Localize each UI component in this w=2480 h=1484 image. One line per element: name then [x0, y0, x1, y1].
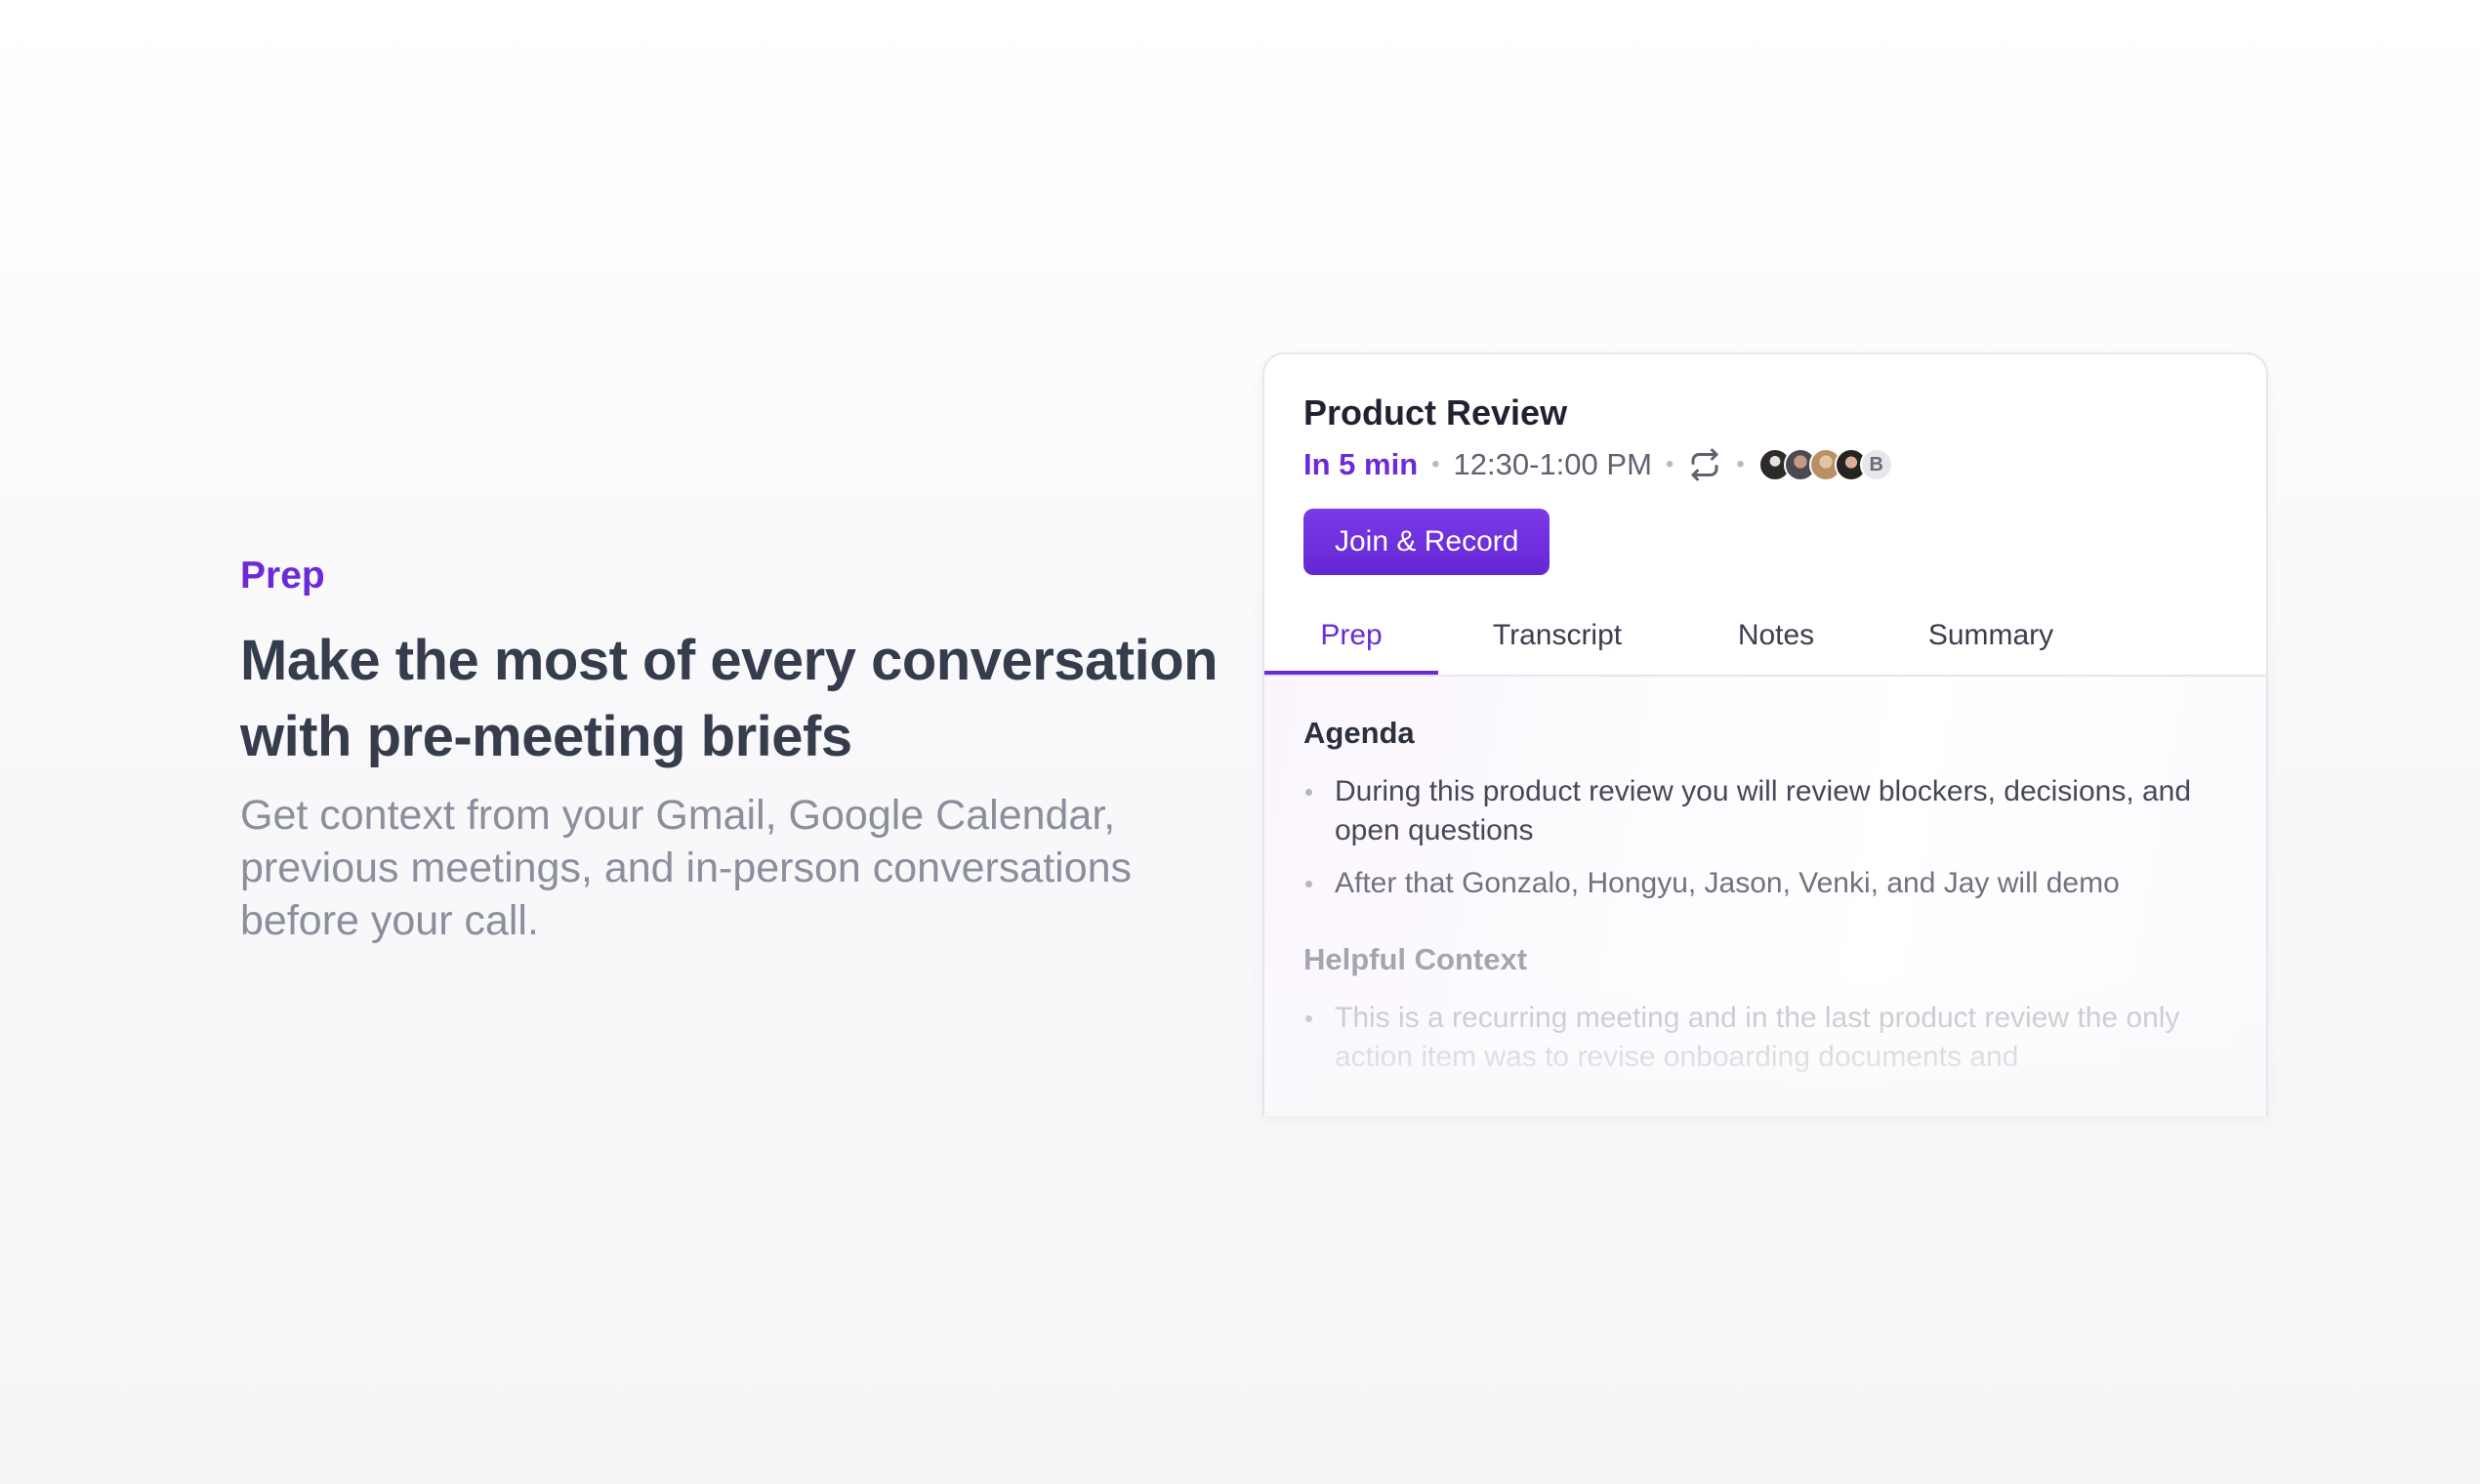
tab-transcript[interactable]: Transcript	[1438, 597, 1676, 675]
feature-headline: Make the most of every conversation with…	[240, 623, 1226, 775]
prep-content: Agenda During this product review you wi…	[1264, 677, 2266, 1116]
feature-promo: Prep Make the most of every conversation…	[240, 551, 1226, 947]
repeat-icon	[1687, 447, 1722, 482]
list-item: During this product review you will revi…	[1303, 772, 2227, 850]
meeting-tabs: Prep Transcript Notes Summary	[1264, 597, 2266, 677]
list-item: After that Gonzalo, Hongyu, Jason, Venki…	[1303, 864, 2227, 903]
helpful-context-list: This is a recurring meeting and in the l…	[1303, 999, 2227, 1077]
meeting-title: Product Review	[1303, 392, 1568, 433]
tab-prep[interactable]: Prep	[1264, 597, 1438, 675]
list-item: This is a recurring meeting and in the l…	[1303, 999, 2227, 1077]
feature-description: Get context from your Gmail, Google Cale…	[240, 792, 1133, 944]
tab-notes[interactable]: Notes	[1676, 597, 1876, 675]
page: { "promo": { "eyebrow": "Prep", "headlin…	[0, 0, 2480, 1484]
attendee-avatars[interactable]: B	[1757, 448, 1893, 481]
separator-dot: •	[1736, 451, 1745, 477]
meeting-header: Product Review In 5 min • 12:30-1:00 PM …	[1264, 354, 2266, 575]
headline-line-2: with pre-meeting briefs	[240, 705, 852, 768]
separator-dot: •	[1431, 451, 1440, 477]
agenda-heading: Agenda	[1303, 716, 1415, 750]
meeting-meta: In 5 min • 12:30-1:00 PM • • B	[1303, 440, 2227, 489]
agenda-list: During this product review you will revi…	[1303, 772, 2227, 903]
meeting-time-range: 12:30-1:00 PM	[1453, 447, 1652, 481]
meeting-card: Product Review In 5 min • 12:30-1:00 PM …	[1262, 352, 2268, 1116]
avatar-initial: B	[1859, 448, 1893, 481]
helpful-context-heading: Helpful Context	[1303, 942, 1528, 976]
meeting-countdown: In 5 min	[1303, 447, 1419, 481]
headline-line-1: Make the most of every conversation	[240, 629, 1219, 692]
tab-summary[interactable]: Summary	[1876, 597, 2106, 675]
separator-dot: •	[1665, 451, 1674, 477]
feature-eyebrow: Prep	[240, 555, 325, 597]
join-and-record-button[interactable]: Join & Record	[1303, 509, 1550, 575]
